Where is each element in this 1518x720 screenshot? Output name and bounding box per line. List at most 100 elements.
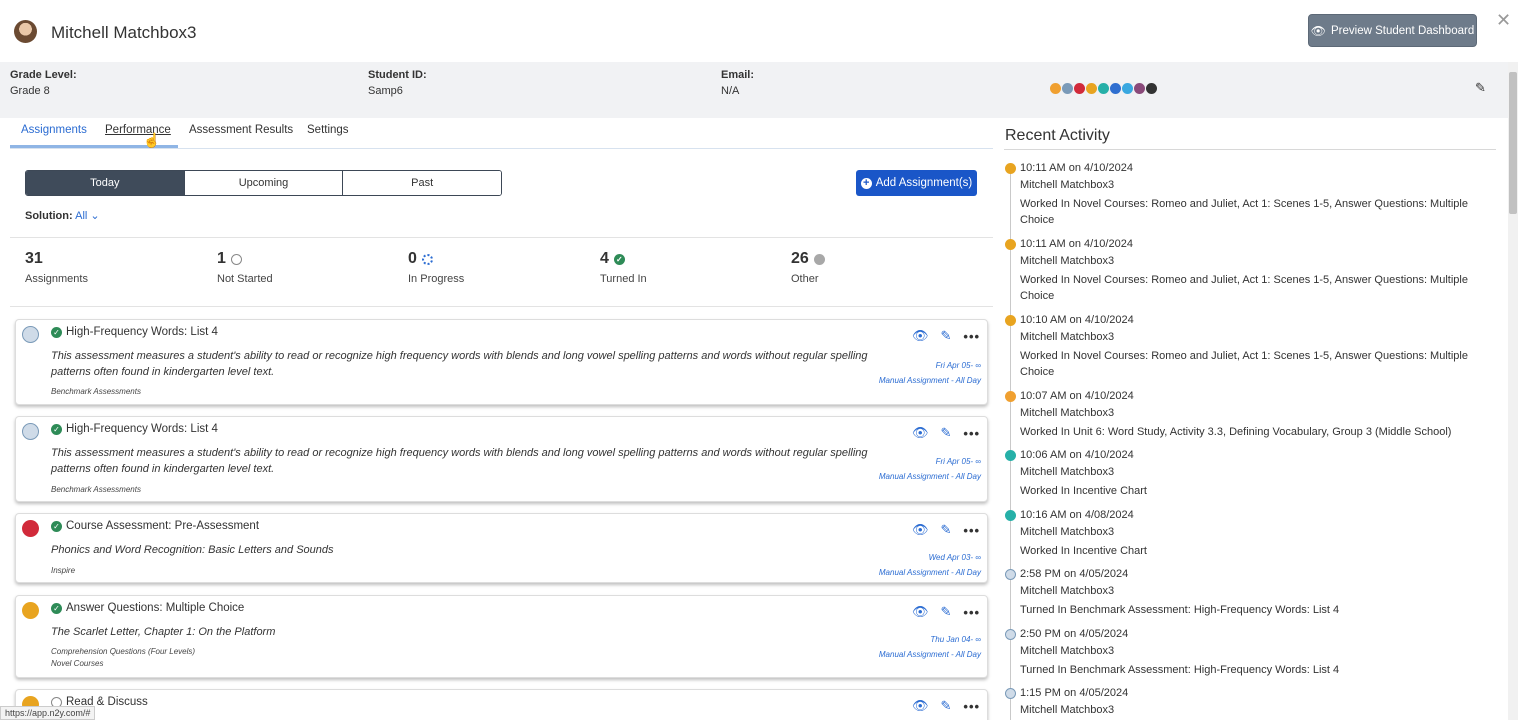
- segment-upcoming[interactable]: Upcoming: [184, 171, 344, 195]
- assignment-card[interactable]: ✓ Answer Questions: Multiple Choice The …: [15, 595, 988, 678]
- chevron-down-icon: ⌄: [90, 210, 100, 222]
- tab-settings[interactable]: Settings: [307, 124, 349, 136]
- assignment-card[interactable]: ✓ High-Frequency Words: List 4 This asse…: [15, 319, 988, 405]
- assignment-card[interactable]: Read & Discuss 👁 ✎ •••: [15, 689, 988, 720]
- email-label: Email:: [721, 69, 755, 81]
- eye-icon[interactable]: 👁: [912, 522, 929, 538]
- activity-time: 1:15 PM on 4/05/2024: [1020, 687, 1129, 699]
- card-title[interactable]: High-Frequency Words: List 4: [66, 423, 218, 435]
- edit-student-icon[interactable]: ✎: [1475, 80, 1486, 96]
- activity-description: Worked In Unit 6: Word Study, Activity 3…: [1020, 426, 1452, 438]
- scrollbar[interactable]: [1508, 62, 1518, 720]
- stat-other[interactable]: 26 Other: [791, 250, 825, 285]
- eye-icon[interactable]: 👁: [912, 604, 929, 620]
- badge-icon: [1062, 83, 1073, 94]
- student-header: Mitchell Matchbox3 👁 Preview Student Das…: [0, 0, 1518, 62]
- activity-student: Mitchell Matchbox3: [1020, 407, 1115, 419]
- card-description: This assessment measures a student's abi…: [51, 350, 868, 378]
- turned-in-check-icon: ✓: [51, 602, 62, 614]
- segment-today[interactable]: Today: [26, 171, 185, 195]
- add-assignment-button[interactable]: + Add Assignment(s): [856, 170, 977, 196]
- pencil-icon[interactable]: ✎: [941, 425, 952, 441]
- novel-courses-icon: [1005, 239, 1016, 250]
- card-category: Inspire: [51, 566, 76, 575]
- pencil-icon[interactable]: ✎: [941, 328, 952, 344]
- tab-assessment-results[interactable]: Assessment Results: [189, 124, 293, 136]
- mouse-cursor-icon: ☝: [143, 132, 161, 148]
- assignment-stats: 31 Assignments 1 Not Started 0 In Progre…: [0, 250, 1000, 300]
- incentive-chart-icon: [1005, 510, 1016, 521]
- card-title[interactable]: Answer Questions: Multiple Choice: [66, 602, 244, 614]
- preview-dashboard-label: Preview Student Dashboard: [1331, 24, 1475, 37]
- stat-in-progress[interactable]: 0 In Progress: [408, 250, 464, 285]
- stat-caption: Not Started: [217, 273, 273, 285]
- badge-icon: [1122, 83, 1133, 94]
- card-category: Novel Courses: [51, 659, 104, 668]
- card-category: Comprehension Questions (Four Levels): [51, 647, 196, 656]
- card-date: Wed Apr 03- ∞: [928, 553, 981, 562]
- turned-in-check-icon: ✓: [51, 326, 62, 338]
- activity-description: Worked In Novel Courses: Romeo and Julie…: [1020, 350, 1468, 378]
- scrollbar-thumb[interactable]: [1509, 72, 1517, 214]
- stat-caption: Other: [791, 273, 819, 285]
- pencil-icon[interactable]: ✎: [941, 522, 952, 538]
- more-options-icon[interactable]: •••: [963, 523, 980, 538]
- more-options-icon[interactable]: •••: [963, 605, 980, 620]
- card-mode: Manual Assignment - All Day: [878, 376, 981, 385]
- more-options-icon[interactable]: •••: [963, 426, 980, 441]
- stat-caption: In Progress: [408, 273, 465, 285]
- recent-activity-title: Recent Activity: [1005, 127, 1110, 144]
- badge-icon: [1050, 83, 1061, 94]
- preview-dashboard-button[interactable]: 👁 Preview Student Dashboard: [1308, 14, 1477, 47]
- solution-value: All: [75, 210, 88, 222]
- tab-performance[interactable]: Performance: [105, 124, 171, 136]
- card-title[interactable]: High-Frequency Words: List 4: [66, 326, 218, 338]
- activity-time: 10:11 AM on 4/10/2024: [1020, 238, 1133, 250]
- plus-icon: +: [860, 177, 872, 189]
- badge-icon: [1134, 83, 1145, 94]
- more-options-icon[interactable]: •••: [963, 699, 980, 714]
- benchmark-icon: [1005, 688, 1016, 699]
- assignment-card[interactable]: ✓ High-Frequency Words: List 4 This asse…: [15, 416, 988, 502]
- segment-past[interactable]: Past: [343, 171, 501, 195]
- badge-icon: [1146, 83, 1157, 94]
- eye-icon[interactable]: 👁: [912, 328, 929, 344]
- activity-description: Turned In Benchmark Assessment: High-Fre…: [1020, 664, 1340, 676]
- avatar: [14, 20, 37, 43]
- activity-student: Mitchell Matchbox3: [1020, 331, 1115, 343]
- eye-icon[interactable]: 👁: [912, 698, 929, 714]
- card-mode: Manual Assignment - All Day: [878, 568, 981, 577]
- close-icon[interactable]: ✕: [1496, 10, 1511, 31]
- card-description: Phonics and Word Recognition: Basic Lett…: [51, 544, 334, 556]
- eye-icon: 👁: [1310, 23, 1327, 38]
- solution-filter[interactable]: Solution: All ⌄: [25, 209, 100, 222]
- card-title[interactable]: Course Assessment: Pre-Assessment: [66, 520, 259, 532]
- activity-time: 10:06 AM on 4/10/2024: [1020, 449, 1134, 461]
- turned-in-check-icon: ✓: [51, 423, 62, 435]
- activity-description: Turned In Benchmark Assessment: High-Fre…: [1020, 604, 1340, 616]
- pencil-icon[interactable]: ✎: [941, 604, 952, 620]
- activity-time: 10:10 AM on 4/10/2024: [1020, 314, 1134, 326]
- card-description: The Scarlet Letter, Chapter 1: On the Pl…: [51, 626, 276, 638]
- pencil-icon[interactable]: ✎: [941, 698, 952, 714]
- badge-icon: [1086, 83, 1097, 94]
- more-options-icon[interactable]: •••: [963, 329, 980, 344]
- browser-status-url: https://app.n2y.com/#: [0, 706, 96, 720]
- benchmark-icon: [22, 423, 39, 440]
- tab-assignments[interactable]: Assignments: [21, 124, 87, 136]
- assignment-card[interactable]: ✓ Course Assessment: Pre-Assessment Phon…: [15, 513, 988, 583]
- turned-in-check-icon: ✓: [51, 520, 62, 532]
- card-category: Benchmark Assessments: [51, 485, 141, 494]
- activity-description: Worked In Incentive Chart: [1020, 485, 1147, 497]
- eye-icon[interactable]: 👁: [912, 425, 929, 441]
- activity-student: Mitchell Matchbox3: [1020, 704, 1115, 716]
- student-id-label: Student ID:: [368, 69, 427, 81]
- other-icon: [813, 253, 825, 265]
- activity-student: Mitchell Matchbox3: [1020, 645, 1115, 657]
- activity-student: Mitchell Matchbox3: [1020, 466, 1115, 478]
- stat-not-started[interactable]: 1 Not Started: [217, 250, 273, 285]
- solution-badges: [1050, 83, 1157, 94]
- stat-assignments[interactable]: 31 Assignments: [25, 250, 88, 285]
- stat-turned-in[interactable]: 4 ✓ Turned In: [600, 250, 647, 285]
- activity-description: Worked In Novel Courses: Romeo and Julie…: [1020, 198, 1468, 226]
